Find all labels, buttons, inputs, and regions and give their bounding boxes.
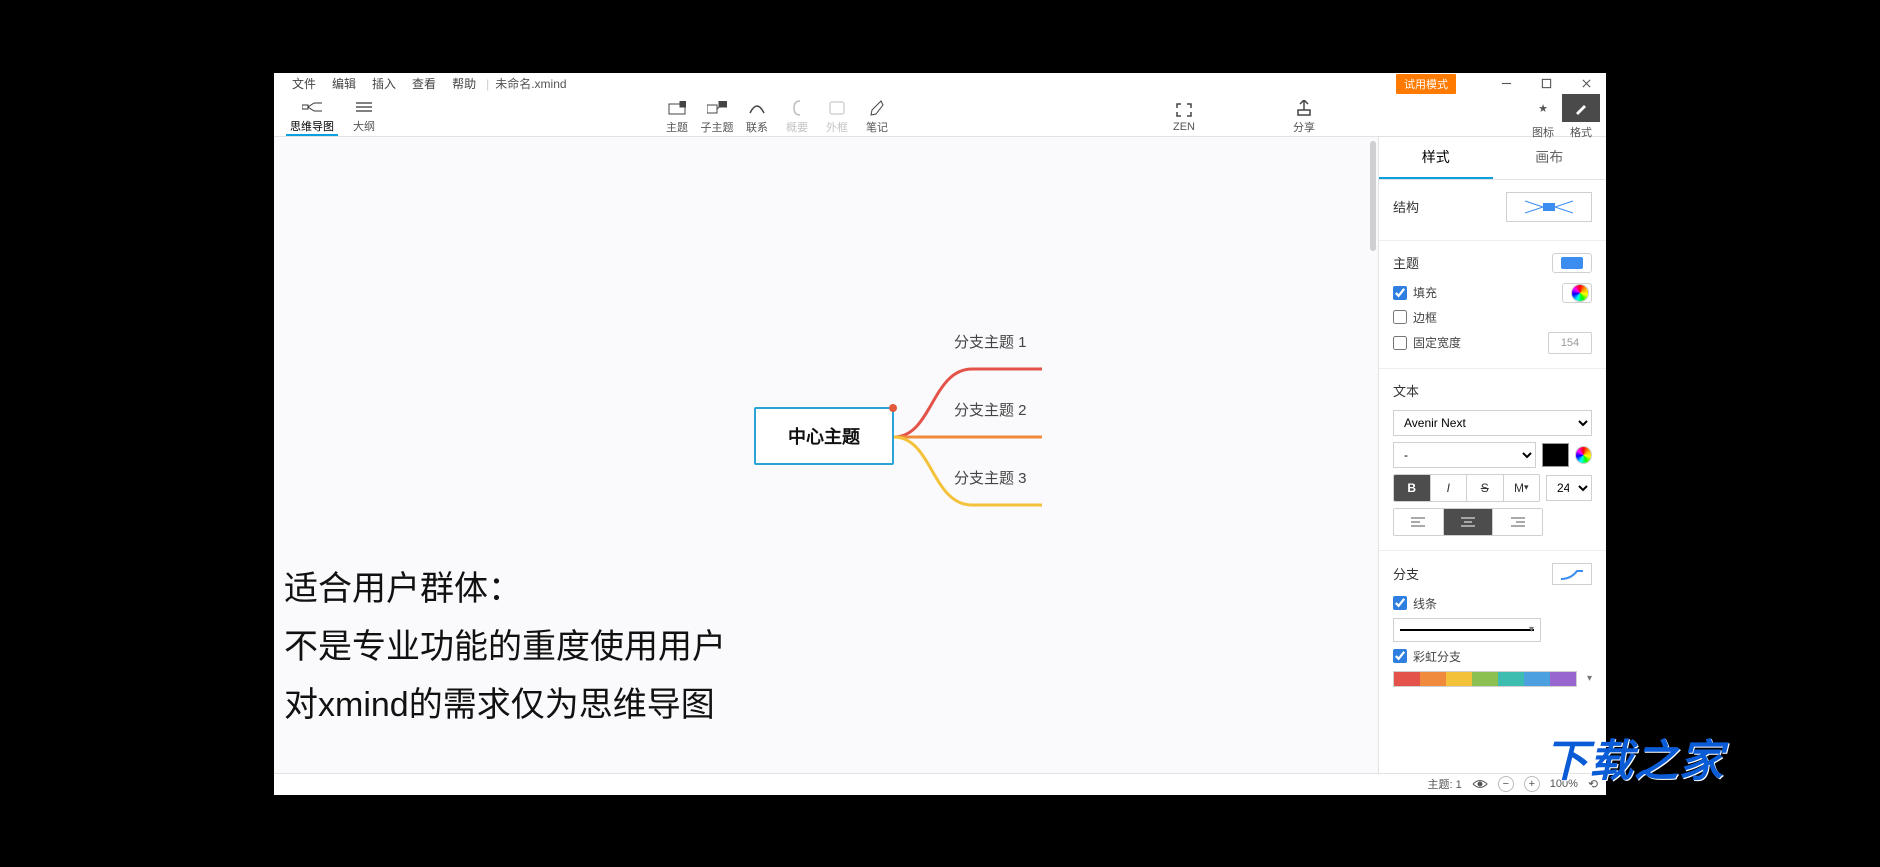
view-tab-outline[interactable]: 大纲 <box>338 94 390 136</box>
fill-color-picker[interactable] <box>1562 283 1592 303</box>
align-right-button[interactable] <box>1492 509 1542 535</box>
topic-icon <box>668 99 686 117</box>
line-style-select[interactable] <box>1393 618 1541 642</box>
subtopic-icon <box>707 99 727 117</box>
menu-insert[interactable]: 插入 <box>364 75 404 92</box>
zoom-out-button[interactable]: − <box>1498 776 1514 792</box>
trial-mode-badge[interactable]: 试用模式 <box>1396 74 1456 94</box>
menu-edit[interactable]: 编辑 <box>324 75 364 92</box>
fixed-width-input[interactable] <box>1548 332 1592 354</box>
font-size-select[interactable]: 24 <box>1546 475 1592 501</box>
branch-shape-selector[interactable] <box>1552 563 1592 585</box>
visibility-icon[interactable] <box>1472 776 1488 792</box>
align-center-button[interactable] <box>1443 509 1493 535</box>
menu-help[interactable]: 帮助 <box>444 75 484 92</box>
zoom-level[interactable]: 100% <box>1550 778 1578 790</box>
zoom-reset-icon[interactable]: ⟲ <box>1588 777 1598 791</box>
tool-share[interactable]: 分享 <box>1284 95 1324 135</box>
fill-checkbox[interactable]: 填充 <box>1393 284 1437 301</box>
notes-icon <box>870 99 884 117</box>
mindmap-view-icon <box>302 98 322 116</box>
zen-icon <box>1176 101 1192 119</box>
fixed-width-checkbox[interactable]: 固定宽度 <box>1393 334 1461 351</box>
topic-anchor-icon <box>889 404 897 412</box>
overlay-annotation: 适合用户群体： 不是专业功能的重度使用用户 对xmind的需求仅为思维导图 <box>284 561 726 734</box>
document-title: 未命名.xmind <box>495 75 566 92</box>
structure-selector[interactable] <box>1506 192 1592 222</box>
share-icon <box>1297 99 1311 117</box>
tool-relation[interactable]: 联系 <box>737 95 777 135</box>
font-family-select[interactable]: Avenir Next <box>1393 410 1592 436</box>
vertical-scrollbar[interactable] <box>1370 141 1376 769</box>
branch-topic-2[interactable]: 分支主题 2 <box>954 399 1027 420</box>
rainbow-color-bar[interactable] <box>1393 671 1577 687</box>
tool-summary[interactable]: 概要 <box>777 95 817 135</box>
zoom-in-button[interactable]: + <box>1524 776 1540 792</box>
tool-zen[interactable]: ZEN <box>1164 97 1204 133</box>
brush-icon <box>1562 94 1600 122</box>
tool-topic[interactable]: 主题 <box>657 95 697 135</box>
font-weight-select[interactable]: - <box>1393 442 1536 468</box>
view-tab-outline-label: 大纲 <box>353 118 375 134</box>
outline-view-icon <box>356 98 372 116</box>
format-panel: 样式 画布 结构 主题 填充 边框 <box>1378 137 1606 773</box>
section-branch: 分支 线条 彩虹分支 ▾ <box>1379 551 1606 701</box>
text-style-segment: B I S M▾ <box>1393 474 1540 502</box>
topic-shape-selector[interactable] <box>1552 253 1592 273</box>
status-bar: 主题: 1 − + 100% ⟲ <box>274 773 1606 795</box>
tool-notes[interactable]: 笔记 <box>857 95 897 135</box>
text-align-segment <box>1393 508 1543 536</box>
topic-count-label: 主题: 1 <box>1428 776 1462 792</box>
text-color-swatch[interactable] <box>1542 443 1569 467</box>
side-tab-style[interactable]: 样式 <box>1379 137 1493 179</box>
branch-section-label: 分支 <box>1393 564 1419 583</box>
tool-format-panel[interactable]: 格式 <box>1562 90 1600 140</box>
section-topic: 主题 填充 边框 固定宽度 <box>1379 241 1606 369</box>
section-text: 文本 Avenir Next - B I S M▾ 24 <box>1379 369 1606 551</box>
tool-subtopic[interactable]: 子主题 <box>697 95 737 135</box>
bold-button[interactable]: B <box>1394 475 1430 501</box>
structure-label: 结构 <box>1393 197 1419 216</box>
strike-button[interactable]: S <box>1466 475 1503 501</box>
align-left-button[interactable] <box>1394 509 1443 535</box>
canvas[interactable]: 中心主题 分支主题 1 分支主题 2 分支主题 3 适合用户群体： 不是专业功能… <box>274 137 1378 773</box>
center-topic[interactable]: 中心主题 <box>754 407 894 465</box>
case-button[interactable]: M▾ <box>1503 475 1540 501</box>
rainbow-checkbox[interactable]: 彩虹分支 <box>1393 648 1461 665</box>
star-icon: ★ <box>1524 94 1562 122</box>
menu-file[interactable]: 文件 <box>284 75 324 92</box>
italic-button[interactable]: I <box>1430 475 1467 501</box>
topic-section-label: 主题 <box>1393 253 1419 272</box>
tool-boundary[interactable]: 外框 <box>817 95 857 135</box>
toolbar: 思维导图 大纲 主题 子主题 联系 概要 外框 笔记 <box>274 95 1606 137</box>
view-tab-mindmap[interactable]: 思维导图 <box>286 94 338 136</box>
summary-icon <box>792 99 802 117</box>
menu-view[interactable]: 查看 <box>404 75 444 92</box>
color-wheel-icon <box>1571 284 1589 302</box>
section-structure: 结构 <box>1379 180 1606 241</box>
window-minimize-button[interactable] <box>1486 73 1526 95</box>
branch-topic-3[interactable]: 分支主题 3 <box>954 467 1027 488</box>
boundary-icon <box>829 99 845 117</box>
text-section-label: 文本 <box>1393 381 1419 400</box>
branch-topic-1[interactable]: 分支主题 1 <box>954 331 1027 352</box>
view-tab-mindmap-label: 思维导图 <box>290 118 334 134</box>
side-tab-canvas[interactable]: 画布 <box>1493 137 1607 179</box>
branch-connectors <box>892 347 1052 527</box>
center-topic-text: 中心主题 <box>788 423 860 449</box>
title-bar: 文件 编辑 插入 查看 帮助 | 未命名.xmind 试用模式 <box>274 73 1606 95</box>
relation-icon <box>748 99 766 117</box>
border-checkbox[interactable]: 边框 <box>1393 309 1437 326</box>
line-checkbox[interactable]: 线条 <box>1393 595 1437 612</box>
tool-icons-panel[interactable]: ★ 图标 <box>1524 90 1562 140</box>
text-color-picker[interactable] <box>1575 446 1592 464</box>
